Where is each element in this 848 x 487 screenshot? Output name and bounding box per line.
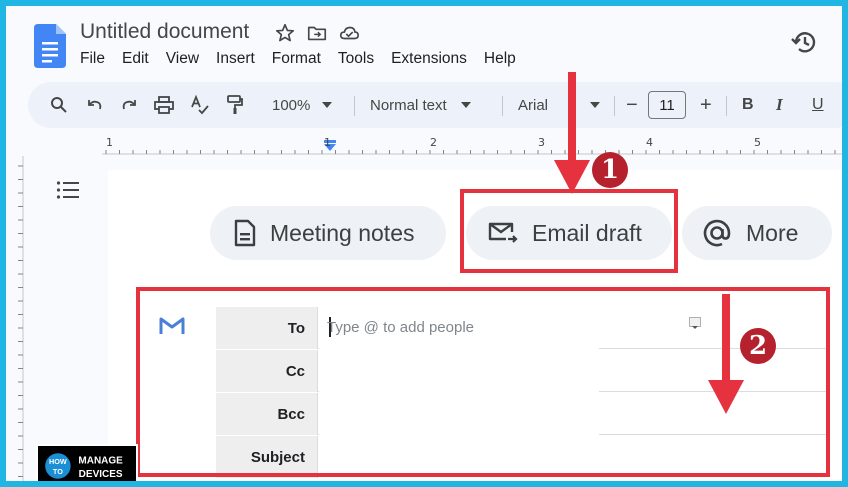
italic-button[interactable]: I	[776, 82, 783, 128]
paragraph-style-select[interactable]: Normal text	[370, 82, 471, 128]
toolbar-divider	[614, 96, 615, 116]
document-icon	[234, 219, 256, 247]
ruler-mark: 4	[646, 136, 653, 149]
step-2-badge: 2	[740, 328, 776, 364]
document-title[interactable]: Untitled document	[80, 20, 249, 44]
menu-help[interactable]: Help	[484, 50, 516, 68]
highlight-box-email-draft	[460, 189, 678, 273]
ruler-mark: 2	[430, 136, 437, 149]
more-label: More	[746, 219, 799, 246]
step-1-badge: 1	[592, 152, 628, 188]
underline-button[interactable]: U	[812, 82, 824, 128]
ruler-mark: 3	[538, 136, 545, 149]
how-to-manage-devices-logo: HOW TO MANAGE DEVICES	[36, 444, 138, 481]
star-icon[interactable]	[274, 22, 296, 44]
zoom-select[interactable]: 100%	[272, 82, 333, 128]
cloud-saved-icon[interactable]	[338, 22, 360, 44]
toolbar-divider	[726, 96, 727, 116]
search-menus-button[interactable]	[50, 82, 68, 128]
svg-text:HOW: HOW	[49, 457, 67, 466]
undo-button[interactable]	[86, 82, 104, 128]
vertical-ruler	[18, 156, 24, 481]
ruler-mark: 1	[106, 136, 113, 149]
docs-logo-icon[interactable]	[34, 24, 66, 68]
menu-format[interactable]: Format	[272, 50, 321, 68]
paint-format-button[interactable]	[226, 82, 244, 128]
style-dropdown-icon	[460, 102, 471, 108]
svg-text:DEVICES: DEVICES	[79, 469, 123, 480]
redo-icon	[122, 100, 136, 110]
svg-text:MANAGE: MANAGE	[78, 455, 123, 466]
undo-icon	[88, 100, 102, 110]
ruler-mark: 1	[324, 136, 331, 149]
toolbar: 100% Normal text Arial − 11 + B I U	[28, 82, 842, 128]
zoom-dropdown-icon	[322, 102, 333, 108]
toolbar-divider	[502, 96, 503, 116]
paint-format-icon	[227, 95, 243, 114]
menu-tools[interactable]: Tools	[338, 50, 374, 68]
search-icon	[51, 97, 67, 113]
menu-insert[interactable]: Insert	[216, 50, 255, 68]
menu-extensions[interactable]: Extensions	[391, 50, 467, 68]
menu-view[interactable]: View	[166, 50, 199, 68]
print-button[interactable]	[154, 82, 174, 128]
ruler-mark: 5	[754, 136, 761, 149]
svg-text:TO: TO	[53, 467, 63, 476]
menu-bar: File Edit View Insert Format Tools Exten…	[80, 50, 533, 68]
at-sign-icon	[703, 219, 731, 247]
bold-button[interactable]: B	[742, 82, 754, 128]
font-size-input[interactable]: 11	[648, 91, 686, 119]
redo-button[interactable]	[120, 82, 138, 128]
zoom-value: 100%	[272, 96, 311, 114]
paragraph-style-value: Normal text	[370, 96, 447, 114]
app-window: Untitled document File Edit View Insert …	[6, 6, 842, 481]
horizontal-ruler	[102, 140, 842, 155]
increase-font-size-button[interactable]: +	[700, 82, 712, 128]
font-dropdown-icon	[590, 102, 601, 108]
more-chip[interactable]: More	[682, 206, 832, 260]
move-to-folder-icon[interactable]	[306, 22, 328, 44]
menu-file[interactable]: File	[80, 50, 105, 68]
spellcheck-icon	[191, 95, 209, 115]
print-icon	[154, 96, 174, 114]
menu-edit[interactable]: Edit	[122, 50, 149, 68]
arrow-down-icon	[554, 72, 590, 194]
meeting-notes-chip[interactable]: Meeting notes	[210, 206, 446, 260]
decrease-font-size-button[interactable]: −	[626, 82, 638, 128]
font-value: Arial	[518, 96, 549, 114]
arrow-down-icon	[708, 294, 744, 414]
spellcheck-button[interactable]	[190, 82, 210, 128]
meeting-notes-label: Meeting notes	[270, 219, 415, 246]
document-outline-icon[interactable]	[56, 180, 80, 200]
toolbar-divider	[354, 96, 355, 116]
version-history-icon[interactable]	[790, 28, 818, 56]
